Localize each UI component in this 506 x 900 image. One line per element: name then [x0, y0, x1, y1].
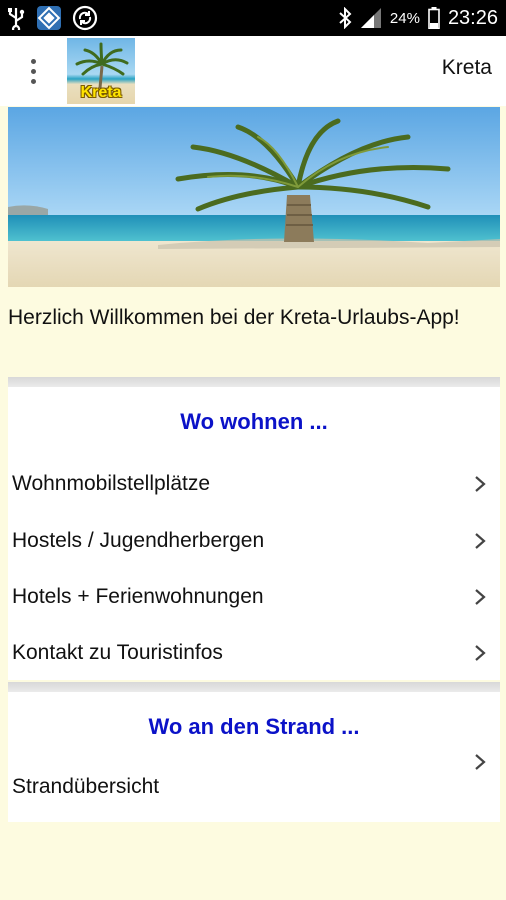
chevron-right-icon	[475, 589, 486, 605]
list-item-touristinfos[interactable]: Kontakt zu Touristinfos	[12, 628, 496, 678]
signal-icon	[360, 8, 381, 28]
list-item-label: Wohnmobilstellplätze	[12, 472, 211, 495]
section-wo-wohnen: Wo wohnen ... Wohnmobilstellplätze Hoste…	[8, 387, 500, 680]
app-notification-icon	[37, 6, 61, 30]
logo-text: Kreta	[80, 84, 122, 101]
usb-icon	[8, 8, 25, 30]
chevron-right-icon	[475, 754, 486, 770]
app-bar: Kreta Kreta	[0, 36, 506, 106]
list-item-wohnmobilstellplaetze[interactable]: Wohnmobilstellplätze	[12, 459, 496, 509]
section-title: Wo an den Strand ...	[148, 714, 360, 739]
list-item-label: Hotels + Ferienwohnungen	[12, 585, 264, 608]
section-wo-an-den-strand: Wo an den Strand ... Strandübersicht	[8, 692, 500, 822]
list-item-label: Kontakt zu Touristinfos	[12, 641, 223, 664]
section-divider	[8, 377, 500, 387]
clock: 23:26	[447, 6, 498, 29]
battery-percent: 24%	[389, 9, 420, 27]
welcome-text: Herzlich Willkommen bei der Kreta-Urlaub…	[8, 306, 460, 329]
list-item-hostels[interactable]: Hostels / Jugendherbergen	[12, 516, 496, 566]
sync-icon	[72, 5, 98, 31]
list-item-label: Strandübersicht	[12, 775, 160, 798]
list-item-label: Hostels / Jugendherbergen	[12, 529, 265, 552]
section-divider	[8, 682, 500, 692]
list-item-strandubersicht[interactable]: Strandübersicht	[12, 750, 496, 812]
chevron-right-icon	[475, 533, 486, 549]
app-logo: Kreta	[67, 38, 135, 104]
battery-icon	[428, 7, 440, 29]
status-bar: 24% 23:26	[0, 0, 506, 36]
overflow-menu-icon[interactable]	[20, 54, 46, 88]
app-title: Kreta	[441, 56, 492, 79]
chevron-right-icon	[475, 476, 486, 492]
chevron-right-icon	[475, 645, 486, 661]
list-item-hotels[interactable]: Hotels + Ferienwohnungen	[12, 572, 496, 622]
hero-image	[8, 107, 500, 287]
section-title: Wo wohnen ...	[180, 409, 328, 434]
bluetooth-icon	[339, 7, 352, 29]
